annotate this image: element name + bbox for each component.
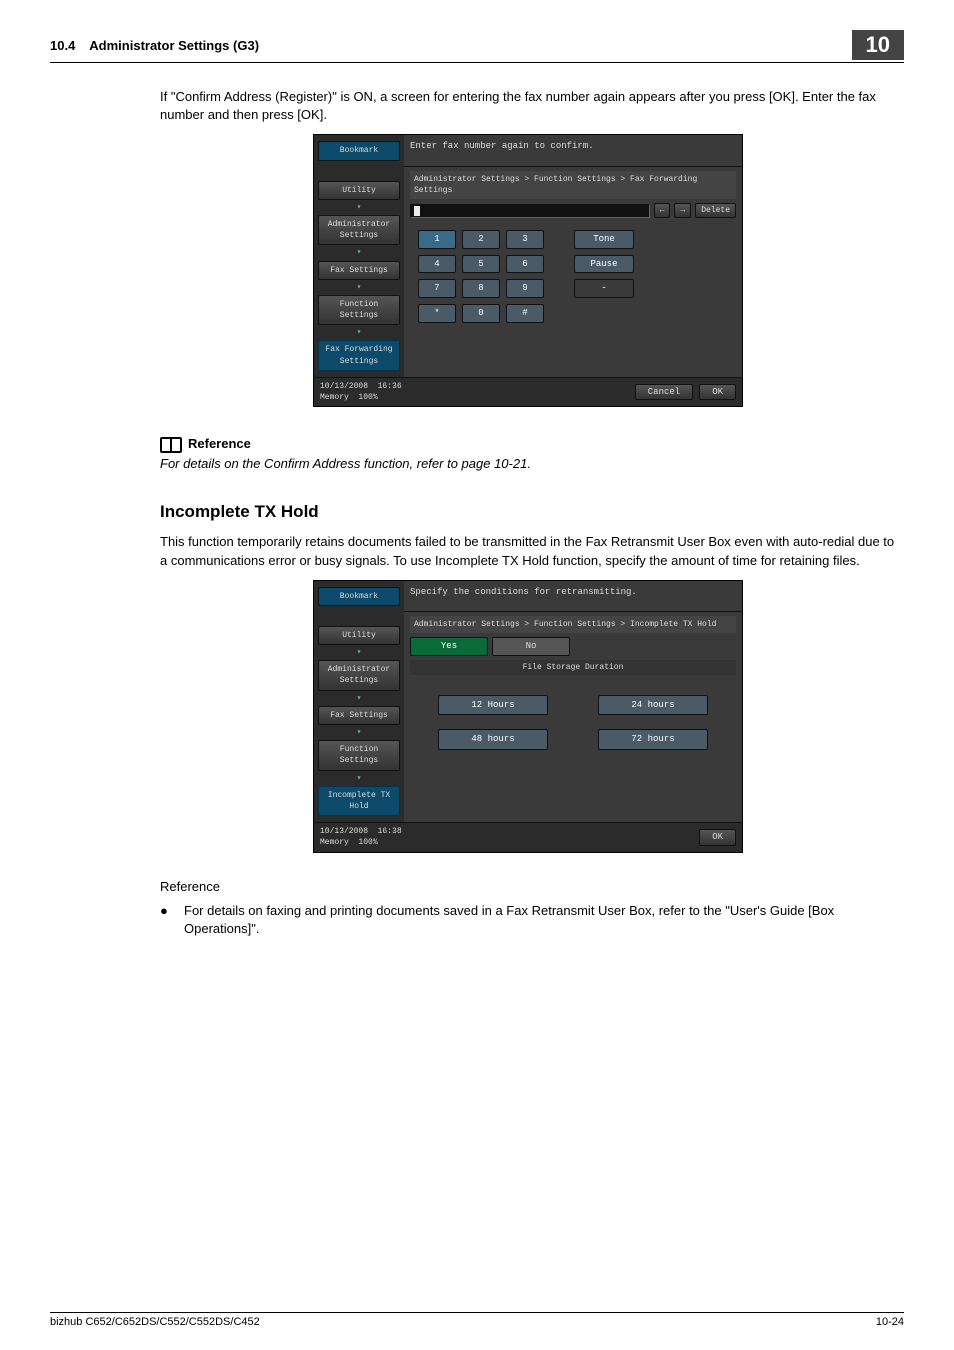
sidebar-admin-settings[interactable]: Administrator Settings [318,215,400,245]
subsection-paragraph: This function temporarily retains docume… [160,533,896,569]
product-name: bizhub C652/C652DS/C552/C552DS/C452 [50,1316,260,1328]
page-footer: bizhub C652/C652DS/C552/C552DS/C452 10-2… [50,1312,904,1328]
down-arrow-icon: ▾ [318,247,400,258]
down-arrow-icon: ▾ [318,282,400,293]
bookmark-button[interactable]: Bookmark [318,587,400,606]
sidebar-fax-forwarding[interactable]: Fax Forwarding Settings [318,340,400,370]
keypad-star[interactable]: * [418,304,456,323]
dash-button[interactable]: - [574,279,634,298]
pause-button[interactable]: Pause [574,255,634,274]
keypad-3[interactable]: 3 [506,230,544,249]
storage-duration-label: File Storage Duration [410,660,736,675]
sidebar-utility[interactable]: Utility [318,626,400,645]
down-arrow-icon: ▾ [318,647,400,658]
cursor-left-button[interactable]: ← [654,203,671,218]
keypad-1[interactable]: 1 [418,230,456,249]
panel-title: Enter fax number again to confirm. [404,135,742,166]
status-bar: 10/13/2008 16:38 Memory 100% [320,826,402,848]
device-panel-tx-hold: Bookmark Specify the conditions for retr… [313,580,743,853]
ok-button[interactable]: OK [699,384,736,401]
ok-button[interactable]: OK [699,829,736,846]
status-bar: 10/13/2008 16:36 Memory 100% [320,381,402,403]
text-cursor-icon [414,206,420,216]
delete-button[interactable]: Delete [695,203,736,218]
sidebar-admin-settings[interactable]: Administrator Settings [318,660,400,690]
bookmark-button[interactable]: Bookmark [318,141,400,160]
page-header: 10.4 Administrator Settings (G3) 10 [50,30,904,63]
keypad-6[interactable]: 6 [506,255,544,274]
sidebar-function-settings[interactable]: Function Settings [318,740,400,770]
no-button[interactable]: No [492,637,570,656]
keypad-8[interactable]: 8 [462,279,500,298]
down-arrow-icon: ▾ [318,327,400,338]
down-arrow-icon: ▾ [318,727,400,738]
keypad-9[interactable]: 9 [506,279,544,298]
down-arrow-icon: ▾ [318,202,400,213]
sidebar-fax-settings[interactable]: Fax Settings [318,706,400,725]
bullet-icon: ● [160,902,166,938]
keypad-0[interactable]: 0 [462,304,500,323]
down-arrow-icon: ▾ [318,693,400,704]
keypad-4[interactable]: 4 [418,255,456,274]
hours-24-button[interactable]: 24 hours [598,695,708,716]
keypad-2[interactable]: 2 [462,230,500,249]
sidebar-utility[interactable]: Utility [318,181,400,200]
keypad-5[interactable]: 5 [462,255,500,274]
tone-button[interactable]: Tone [574,230,634,249]
sidebar-incomplete-tx-hold[interactable]: Incomplete TX Hold [318,786,400,816]
chapter-number: 10 [852,30,904,60]
breadcrumb: Administrator Settings > Function Settin… [410,171,736,199]
reference-heading: Reference [188,435,251,453]
down-arrow-icon: ▾ [318,773,400,784]
fax-number-input[interactable] [410,204,650,218]
yes-button[interactable]: Yes [410,637,488,656]
device-panel-fax-forwarding: Bookmark Enter fax number again to confi… [313,134,743,407]
breadcrumb: Administrator Settings > Function Settin… [410,616,736,633]
panel-title: Specify the conditions for retransmittin… [404,581,742,612]
sidebar-fax-settings[interactable]: Fax Settings [318,261,400,280]
section-title: Administrator Settings (G3) [89,38,259,53]
hours-48-button[interactable]: 48 hours [438,729,548,750]
hours-72-button[interactable]: 72 hours [598,729,708,750]
cursor-right-button[interactable]: → [674,203,691,218]
cancel-button[interactable]: Cancel [635,384,693,401]
subsection-heading: Incomplete TX Hold [160,500,896,524]
section-number: 10.4 [50,38,75,53]
sidebar-function-settings[interactable]: Function Settings [318,295,400,325]
keypad-7[interactable]: 7 [418,279,456,298]
hours-12-button[interactable]: 12 Hours [438,695,548,716]
page-number: 10-24 [876,1316,904,1328]
reference-text: For details on the Confirm Address funct… [160,455,896,473]
intro-paragraph: If "Confirm Address (Register)" is ON, a… [160,88,896,124]
reference-book-icon [160,437,182,453]
reference-bullet-text: For details on faxing and printing docum… [184,902,896,938]
keypad-hash[interactable]: # [506,304,544,323]
reference-label: Reference [160,878,896,896]
